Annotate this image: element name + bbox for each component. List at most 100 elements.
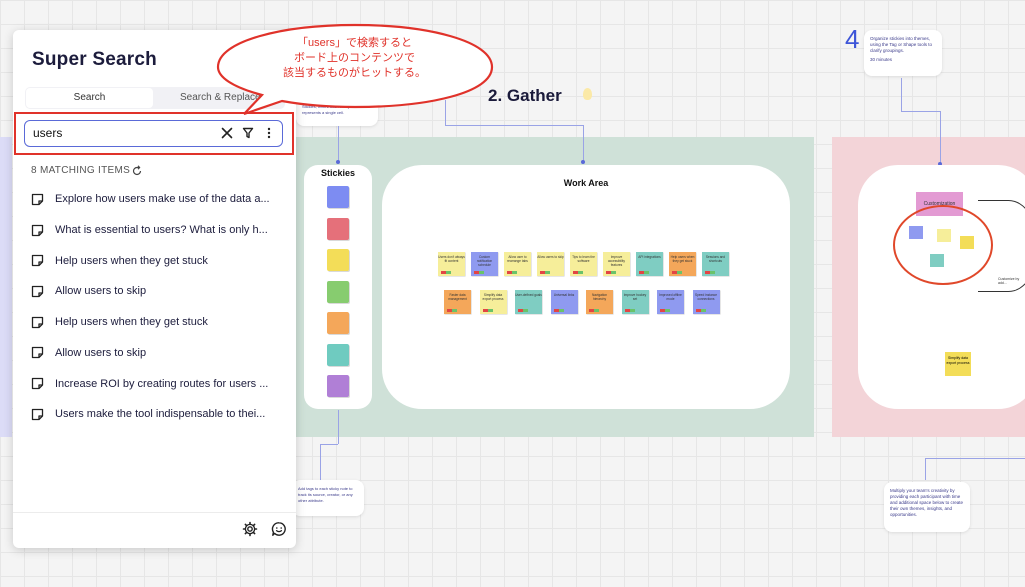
- sticky-note-text: Improve accessibility features: [607, 255, 625, 267]
- sticky-note[interactable]: Custom notification schedule: [471, 252, 498, 276]
- palette-sticky[interactable]: [327, 280, 349, 303]
- callout-line: ボード上のコンテンツで: [294, 52, 415, 64]
- stickies-title: Stickies: [320, 168, 356, 178]
- sticky-note[interactable]: Speed instance connections: [692, 290, 720, 314]
- result-item[interactable]: Allow users to skip: [31, 338, 281, 369]
- sticky-note[interactable]: Improve accessibility features: [603, 252, 630, 276]
- result-text: Allow users to skip: [55, 285, 147, 298]
- match-count: 8 MATCHING ITEMS: [31, 165, 131, 176]
- result-text: Increase ROI by creating routes for user…: [55, 377, 269, 390]
- step-card-line: clarify groupings.: [870, 48, 905, 53]
- connector-line: [320, 444, 321, 480]
- callout-line: 該当するものがヒットする。: [283, 67, 426, 79]
- result-text: Allow users to skip: [55, 346, 147, 359]
- palette-sticky[interactable]: [327, 312, 349, 334]
- instruction-card-bottom-left[interactable]: Add tags to each sticky note to track it…: [292, 480, 364, 516]
- tag-strip: [672, 271, 682, 274]
- result-item[interactable]: Help users when they get stuck: [31, 307, 281, 338]
- sticky-note-text: Users don't always fit content: [438, 255, 465, 263]
- connector-line: [925, 458, 1025, 459]
- result-item[interactable]: What is essential to users? What is only…: [31, 215, 281, 246]
- step-number: 4: [845, 24, 860, 54]
- sticky-note-text: Sessions and shortcuts: [705, 255, 726, 263]
- sticky-note-text: Allow user to rearrange tabs: [507, 255, 528, 263]
- callout-line: 「users」で検索すると: [297, 37, 412, 49]
- step-card[interactable]: Organize stickies into themes, using the…: [864, 30, 942, 76]
- sticky-note-icon: [31, 285, 44, 298]
- sticky-note[interactable]: Improve hockey set: [621, 290, 649, 314]
- sticky-note-icon: [31, 408, 44, 421]
- sticky-note[interactable]: Simplify data export process: [479, 290, 507, 314]
- sticky-note-icon: [31, 254, 44, 267]
- sticky-note[interactable]: Sessions and shortcuts: [702, 252, 729, 276]
- section-heading: 2. Gather: [488, 86, 562, 105]
- sticky-note-icon: [31, 193, 44, 206]
- tag-strip: [507, 271, 517, 274]
- sticky-note-text: Universal links: [553, 293, 575, 297]
- lightbulb-icon: [583, 88, 592, 100]
- connector-line: [338, 126, 339, 162]
- sticky-note[interactable]: Allow user to rearrange tabs: [504, 252, 531, 276]
- gear-icon[interactable]: [242, 521, 258, 537]
- connector-dot: [336, 160, 340, 164]
- tag-strip: [606, 271, 616, 274]
- connector-line: [901, 78, 902, 111]
- sticky-note[interactable]: Navigation hierarchy: [586, 290, 613, 314]
- result-text: What is essential to users? What is only…: [55, 224, 268, 237]
- sticky-note-icon: [31, 346, 44, 359]
- sticky-note[interactable]: Universal links: [550, 290, 578, 314]
- tag-strip: [589, 309, 599, 312]
- sticky-note[interactable]: User-defined goals: [515, 290, 542, 314]
- palette-sticky[interactable]: [327, 343, 349, 366]
- palette-sticky[interactable]: [327, 249, 349, 271]
- result-item[interactable]: Increase ROI by creating routes for user…: [31, 368, 281, 399]
- result-item[interactable]: Explore how users make use of the data a…: [31, 184, 281, 215]
- work-area: [382, 165, 790, 409]
- sticky-note[interactable]: Help users when they get stuck: [669, 252, 696, 276]
- tab-search[interactable]: Search: [26, 88, 153, 108]
- panel-title: Super Search: [32, 49, 157, 70]
- sticky-note[interactable]: Allow users to skip: [537, 252, 564, 276]
- tag-strip: [660, 309, 670, 312]
- sticky-note[interactable]: API integrations: [636, 252, 663, 276]
- feedback-icon[interactable]: [271, 521, 287, 537]
- connector-line: [320, 444, 338, 445]
- palette-sticky[interactable]: [327, 186, 349, 208]
- result-item[interactable]: Allow users to skip: [31, 276, 281, 307]
- refresh-icon[interactable]: [131, 164, 143, 176]
- connector-line: [445, 125, 584, 126]
- result-text: Help users when they get stuck: [55, 316, 208, 329]
- sticky-note[interactable]: Simplify data export process: [945, 352, 971, 376]
- sticky-note-text: Simplify data export process: [482, 293, 504, 301]
- customization-note: Customize by add...: [998, 277, 1020, 285]
- sticky-note-icon: [31, 377, 44, 390]
- sticky-note-text: Help users when they get stuck: [670, 255, 695, 263]
- sticky-note[interactable]: Tips to learn the software: [570, 252, 597, 276]
- result-item[interactable]: Help users when they get stuck: [31, 245, 281, 276]
- panel-footer-divider: [13, 512, 296, 513]
- instruction-card-bottom-right[interactable]: Multiply your team's creativity by provi…: [884, 482, 970, 532]
- tag-strip: [705, 271, 715, 274]
- sticky-note-text: API integrations: [638, 255, 661, 259]
- sticky-note-icon: [31, 224, 44, 237]
- palette-sticky[interactable]: [327, 375, 349, 397]
- frame-left-section: [0, 137, 12, 437]
- tag-strip: [518, 309, 528, 312]
- instruction-card-text: Multiply your team's creativity by provi…: [890, 488, 964, 517]
- connector-line: [338, 410, 339, 444]
- sticky-note-text: Navigation hierarchy: [591, 293, 608, 301]
- sticky-note[interactable]: Faster data management: [444, 290, 471, 314]
- result-item[interactable]: Users make the tool indispensable to the…: [31, 399, 281, 430]
- connector-line: [901, 111, 941, 112]
- work-area-title: Work Area: [563, 178, 609, 188]
- palette-sticky[interactable]: [327, 217, 349, 240]
- tag-strip: [441, 271, 451, 274]
- sticky-note-text: Allow users to skip: [537, 255, 564, 259]
- sticky-note[interactable]: Improved offline mode: [657, 290, 684, 314]
- sticky-note-text: User-defined goals: [515, 293, 542, 297]
- result-text: Help users when they get stuck: [55, 254, 208, 267]
- tag-strip: [639, 271, 649, 274]
- sticky-note-text: Faster data management: [448, 293, 467, 301]
- sticky-note[interactable]: Users don't always fit content: [438, 252, 465, 276]
- tag-strip: [474, 271, 484, 274]
